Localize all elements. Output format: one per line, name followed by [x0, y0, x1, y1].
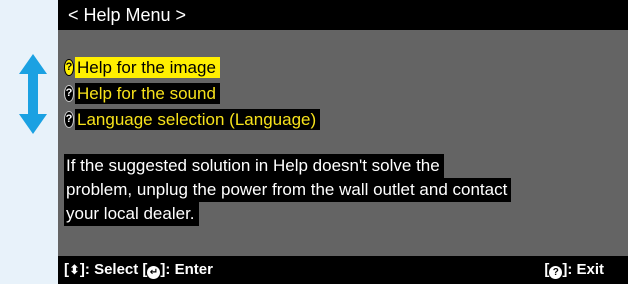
help-icon: ?: [64, 111, 74, 128]
help-menu-list: ? Help for the image ? Help for the soun…: [64, 56, 321, 134]
projector-screen: < Help Menu > ? Help for the image ? Hel…: [58, 0, 628, 284]
menu-item-help-sound[interactable]: ? Help for the sound: [64, 82, 320, 105]
footer-key-guide: [⬍]: Select [↵]: Enter: [64, 256, 213, 284]
message-line: your local dealer.: [64, 202, 199, 226]
help-message: If the suggested solution in Help doesn'…: [64, 154, 512, 226]
message-line: problem, unplug the power from the wall …: [64, 178, 512, 202]
message-line: If the suggested solution in Help doesn'…: [64, 154, 444, 178]
side-panel: [0, 0, 58, 284]
menu-item-language-selection[interactable]: ? Language selection (Language): [64, 108, 321, 131]
menu-item-help-image[interactable]: ? Help for the image: [64, 56, 320, 79]
help-icon: ?: [64, 85, 74, 102]
menu-item-label: Help for the sound: [75, 83, 220, 104]
up-down-key-icon: ⬍: [69, 262, 80, 277]
help-key-icon: ?: [549, 266, 563, 279]
footer-bar: [⬍]: Select [↵]: Enter [?]: Exit: [58, 256, 628, 284]
enter-key-icon: ↵: [147, 266, 161, 279]
exit-hint: ]: Exit: [562, 261, 604, 278]
enter-hint: ]: Enter: [160, 261, 213, 278]
menu-title: < Help Menu >: [58, 0, 628, 30]
footer-exit-guide: [?]: Exit: [544, 256, 604, 284]
menu-item-label: Language selection (Language): [75, 109, 321, 130]
menu-item-label: Help for the image: [75, 57, 220, 78]
up-down-arrow-icon: [19, 54, 47, 134]
help-icon: ?: [64, 59, 74, 76]
select-hint: ]: Select [: [79, 261, 148, 278]
